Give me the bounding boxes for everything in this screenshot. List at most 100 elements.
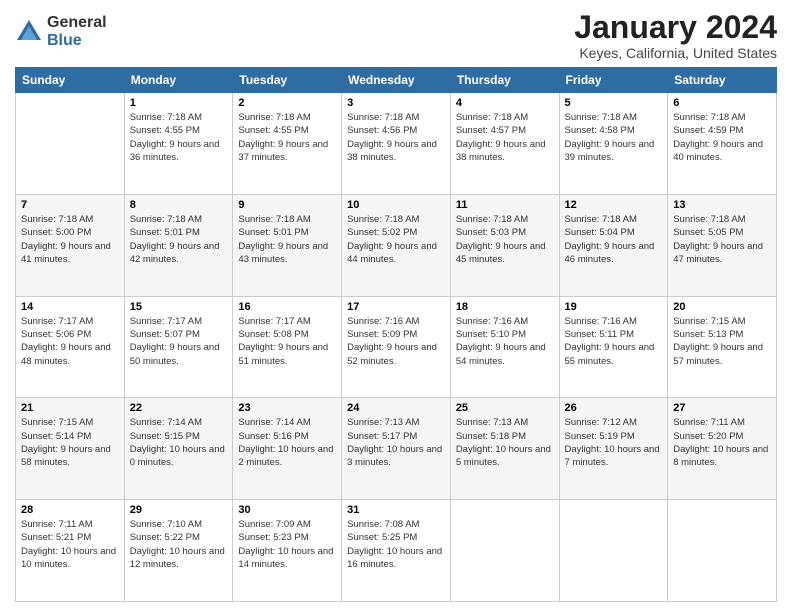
day-info: Sunrise: 7:18 AMSunset: 4:56 PMDaylight:… bbox=[347, 112, 437, 163]
day-info: Sunrise: 7:11 AMSunset: 5:21 PMDaylight:… bbox=[21, 519, 116, 570]
day-info: Sunrise: 7:14 AMSunset: 5:15 PMDaylight:… bbox=[130, 417, 225, 468]
day-info: Sunrise: 7:11 AMSunset: 5:20 PMDaylight:… bbox=[673, 417, 768, 468]
day-number: 8 bbox=[130, 199, 228, 211]
table-row: 1 Sunrise: 7:18 AMSunset: 4:55 PMDayligh… bbox=[124, 93, 233, 195]
table-row: 13 Sunrise: 7:18 AMSunset: 5:05 PMDaylig… bbox=[668, 194, 777, 296]
logo-icon bbox=[15, 18, 43, 46]
day-info: Sunrise: 7:18 AMSunset: 5:05 PMDaylight:… bbox=[673, 214, 763, 265]
day-number: 6 bbox=[673, 97, 771, 109]
day-number: 2 bbox=[238, 97, 336, 109]
table-row bbox=[450, 500, 559, 602]
day-info: Sunrise: 7:18 AMSunset: 4:57 PMDaylight:… bbox=[456, 112, 546, 163]
day-number: 31 bbox=[347, 504, 445, 516]
day-info: Sunrise: 7:18 AMSunset: 4:58 PMDaylight:… bbox=[565, 112, 655, 163]
day-info: Sunrise: 7:09 AMSunset: 5:23 PMDaylight:… bbox=[238, 519, 333, 570]
calendar-week-row: 1 Sunrise: 7:18 AMSunset: 4:55 PMDayligh… bbox=[16, 93, 777, 195]
day-info: Sunrise: 7:14 AMSunset: 5:16 PMDaylight:… bbox=[238, 417, 333, 468]
logo: General Blue bbox=[15, 14, 107, 49]
day-number: 10 bbox=[347, 199, 445, 211]
logo-general-label: General bbox=[47, 14, 107, 32]
calendar-subtitle: Keyes, California, United States bbox=[574, 45, 777, 61]
day-number: 27 bbox=[673, 402, 771, 414]
day-number: 11 bbox=[456, 199, 554, 211]
header-saturday: Saturday bbox=[668, 68, 777, 93]
day-info: Sunrise: 7:18 AMSunset: 5:01 PMDaylight:… bbox=[238, 214, 328, 265]
table-row: 29 Sunrise: 7:10 AMSunset: 5:22 PMDaylig… bbox=[124, 500, 233, 602]
table-row: 3 Sunrise: 7:18 AMSunset: 4:56 PMDayligh… bbox=[342, 93, 451, 195]
day-number: 21 bbox=[21, 402, 119, 414]
table-row bbox=[16, 93, 125, 195]
calendar-week-row: 28 Sunrise: 7:11 AMSunset: 5:21 PMDaylig… bbox=[16, 500, 777, 602]
day-number: 9 bbox=[238, 199, 336, 211]
table-row: 19 Sunrise: 7:16 AMSunset: 5:11 PMDaylig… bbox=[559, 296, 668, 398]
table-row: 4 Sunrise: 7:18 AMSunset: 4:57 PMDayligh… bbox=[450, 93, 559, 195]
header-tuesday: Tuesday bbox=[233, 68, 342, 93]
table-row: 20 Sunrise: 7:15 AMSunset: 5:13 PMDaylig… bbox=[668, 296, 777, 398]
table-row: 21 Sunrise: 7:15 AMSunset: 5:14 PMDaylig… bbox=[16, 398, 125, 500]
table-row: 9 Sunrise: 7:18 AMSunset: 5:01 PMDayligh… bbox=[233, 194, 342, 296]
table-row bbox=[668, 500, 777, 602]
day-info: Sunrise: 7:17 AMSunset: 5:07 PMDaylight:… bbox=[130, 316, 220, 367]
table-row: 2 Sunrise: 7:18 AMSunset: 4:55 PMDayligh… bbox=[233, 93, 342, 195]
table-row: 22 Sunrise: 7:14 AMSunset: 5:15 PMDaylig… bbox=[124, 398, 233, 500]
table-row: 14 Sunrise: 7:17 AMSunset: 5:06 PMDaylig… bbox=[16, 296, 125, 398]
header-friday: Friday bbox=[559, 68, 668, 93]
day-info: Sunrise: 7:18 AMSunset: 5:01 PMDaylight:… bbox=[130, 214, 220, 265]
day-number: 18 bbox=[456, 301, 554, 313]
day-info: Sunrise: 7:10 AMSunset: 5:22 PMDaylight:… bbox=[130, 519, 225, 570]
day-number: 16 bbox=[238, 301, 336, 313]
header-monday: Monday bbox=[124, 68, 233, 93]
day-number: 19 bbox=[565, 301, 663, 313]
logo-blue-label: Blue bbox=[47, 32, 107, 50]
day-number: 25 bbox=[456, 402, 554, 414]
header-thursday: Thursday bbox=[450, 68, 559, 93]
table-row: 31 Sunrise: 7:08 AMSunset: 5:25 PMDaylig… bbox=[342, 500, 451, 602]
day-number: 20 bbox=[673, 301, 771, 313]
day-number: 4 bbox=[456, 97, 554, 109]
day-info: Sunrise: 7:16 AMSunset: 5:11 PMDaylight:… bbox=[565, 316, 655, 367]
day-number: 7 bbox=[21, 199, 119, 211]
day-number: 23 bbox=[238, 402, 336, 414]
table-row bbox=[559, 500, 668, 602]
table-row: 8 Sunrise: 7:18 AMSunset: 5:01 PMDayligh… bbox=[124, 194, 233, 296]
day-number: 13 bbox=[673, 199, 771, 211]
table-row: 24 Sunrise: 7:13 AMSunset: 5:17 PMDaylig… bbox=[342, 398, 451, 500]
table-row: 11 Sunrise: 7:18 AMSunset: 5:03 PMDaylig… bbox=[450, 194, 559, 296]
day-number: 28 bbox=[21, 504, 119, 516]
day-info: Sunrise: 7:18 AMSunset: 4:55 PMDaylight:… bbox=[130, 112, 220, 163]
header-wednesday: Wednesday bbox=[342, 68, 451, 93]
day-info: Sunrise: 7:18 AMSunset: 5:00 PMDaylight:… bbox=[21, 214, 111, 265]
day-info: Sunrise: 7:13 AMSunset: 5:17 PMDaylight:… bbox=[347, 417, 442, 468]
logo-text: General Blue bbox=[47, 14, 107, 49]
day-info: Sunrise: 7:08 AMSunset: 5:25 PMDaylight:… bbox=[347, 519, 442, 570]
day-info: Sunrise: 7:16 AMSunset: 5:10 PMDaylight:… bbox=[456, 316, 546, 367]
table-row: 12 Sunrise: 7:18 AMSunset: 5:04 PMDaylig… bbox=[559, 194, 668, 296]
day-info: Sunrise: 7:17 AMSunset: 5:08 PMDaylight:… bbox=[238, 316, 328, 367]
calendar-table: Sunday Monday Tuesday Wednesday Thursday… bbox=[15, 67, 777, 602]
table-row: 7 Sunrise: 7:18 AMSunset: 5:00 PMDayligh… bbox=[16, 194, 125, 296]
day-info: Sunrise: 7:18 AMSunset: 5:02 PMDaylight:… bbox=[347, 214, 437, 265]
table-row: 30 Sunrise: 7:09 AMSunset: 5:23 PMDaylig… bbox=[233, 500, 342, 602]
day-number: 29 bbox=[130, 504, 228, 516]
day-info: Sunrise: 7:16 AMSunset: 5:09 PMDaylight:… bbox=[347, 316, 437, 367]
day-number: 22 bbox=[130, 402, 228, 414]
day-number: 1 bbox=[130, 97, 228, 109]
day-info: Sunrise: 7:12 AMSunset: 5:19 PMDaylight:… bbox=[565, 417, 660, 468]
header-sunday: Sunday bbox=[16, 68, 125, 93]
day-number: 30 bbox=[238, 504, 336, 516]
calendar-title: January 2024 bbox=[574, 10, 777, 45]
page: General Blue January 2024 Keyes, Califor… bbox=[0, 0, 792, 612]
day-info: Sunrise: 7:15 AMSunset: 5:14 PMDaylight:… bbox=[21, 417, 111, 468]
table-row: 28 Sunrise: 7:11 AMSunset: 5:21 PMDaylig… bbox=[16, 500, 125, 602]
table-row: 10 Sunrise: 7:18 AMSunset: 5:02 PMDaylig… bbox=[342, 194, 451, 296]
table-row: 23 Sunrise: 7:14 AMSunset: 5:16 PMDaylig… bbox=[233, 398, 342, 500]
calendar-week-row: 14 Sunrise: 7:17 AMSunset: 5:06 PMDaylig… bbox=[16, 296, 777, 398]
table-row: 18 Sunrise: 7:16 AMSunset: 5:10 PMDaylig… bbox=[450, 296, 559, 398]
table-row: 5 Sunrise: 7:18 AMSunset: 4:58 PMDayligh… bbox=[559, 93, 668, 195]
table-row: 6 Sunrise: 7:18 AMSunset: 4:59 PMDayligh… bbox=[668, 93, 777, 195]
day-number: 3 bbox=[347, 97, 445, 109]
day-number: 15 bbox=[130, 301, 228, 313]
day-info: Sunrise: 7:18 AMSunset: 5:04 PMDaylight:… bbox=[565, 214, 655, 265]
day-number: 26 bbox=[565, 402, 663, 414]
day-number: 5 bbox=[565, 97, 663, 109]
